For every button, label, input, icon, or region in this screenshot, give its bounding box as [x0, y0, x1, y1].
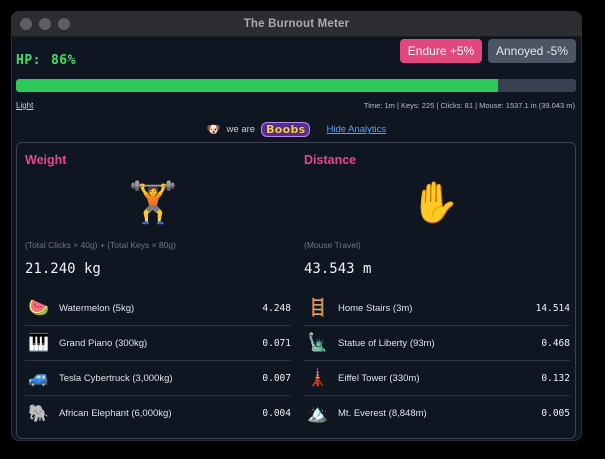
- minimize-window-button[interactable]: [39, 18, 51, 30]
- list-item-value: 4.248: [262, 302, 291, 314]
- annoyed-button[interactable]: Annoyed -5%: [488, 39, 576, 63]
- brand-prefix: we are: [226, 124, 256, 135]
- elephant-icon: 🐘: [28, 403, 50, 423]
- distance-column: Distance ✋ (Mouse Travel) 43.543 m 🪜 Hom…: [304, 143, 570, 438]
- list-item: 🗽 Statue of Liberty (93m) 0.468: [304, 326, 570, 361]
- brand-row: 🐶 we are Boobs Hide Analytics: [12, 122, 581, 137]
- watermelon-icon: 🍉: [28, 298, 50, 317]
- dog-icon: 🐶: [206, 124, 221, 136]
- piano-icon: 🎹: [28, 333, 50, 352]
- list-item-label: African Elephant (6,000kg): [59, 408, 172, 419]
- distance-heading: Distance: [304, 153, 357, 167]
- weight-list: 🍉 Watermelon (5kg) 4.248 🎹 Grand Piano (…: [25, 291, 291, 431]
- window-controls: [20, 18, 70, 30]
- weightlifter-icon: 🏋️: [128, 181, 178, 225]
- list-item: 🏔️ Mt. Everest (8,848m) 0.005: [304, 396, 570, 431]
- distance-total: 43.543 m: [304, 261, 372, 277]
- list-item-label: Statue of Liberty (93m): [338, 337, 435, 349]
- list-item: 🐘 African Elephant (6,000kg) 0.004: [25, 396, 291, 431]
- hp-readout: HP: 86%: [16, 53, 76, 68]
- zoom-window-button[interactable]: [58, 18, 70, 30]
- weight-total: 21.240 kg: [25, 261, 101, 277]
- app-window: The Burnout Meter HP: 86% Endure +5% Anno…: [11, 11, 582, 441]
- list-item: 🪜 Home Stairs (3m) 14.514: [304, 291, 570, 326]
- list-item-value: 0.004: [262, 408, 291, 419]
- list-item: 🚙 Tesla Cybertruck (3,000kg) 0.007: [25, 361, 291, 396]
- hp-progress-bar: [16, 79, 576, 92]
- weight-formula: (Total Clicks × 40g) + (Total Keys × 80g…: [25, 240, 176, 250]
- list-item-label: Watermelon (5kg): [59, 302, 135, 314]
- list-item: 🍉 Watermelon (5kg) 4.248: [25, 291, 291, 326]
- usage-stats: Time: 1m | Keys: 225 | Clicks: 81 | Mous…: [363, 101, 575, 110]
- list-item-label: Eiffel Tower (330m): [338, 372, 420, 384]
- list-item-value: 0.468: [541, 337, 570, 349]
- hide-analytics-link[interactable]: Hide Analytics: [326, 124, 386, 135]
- distance-formula: (Mouse Travel): [304, 240, 361, 250]
- endure-button[interactable]: Endure +5%: [400, 39, 482, 63]
- hand-icon: ✋: [410, 181, 460, 225]
- weight-heading: Weight: [25, 153, 67, 167]
- list-item-label: Home Stairs (3m): [338, 302, 413, 314]
- analytics-panel: Weight 🏋️ (Total Clicks × 40g) + (Total …: [16, 142, 576, 439]
- title-bar: The Burnout Meter: [12, 12, 581, 37]
- list-item-label: Tesla Cybertruck (3,000kg): [59, 372, 173, 384]
- light-theme-link[interactable]: Light: [16, 101, 33, 110]
- list-item-value: 0.132: [541, 372, 570, 384]
- window-title: The Burnout Meter: [243, 18, 350, 30]
- list-item-value: 14.514: [535, 302, 570, 314]
- main-content: HP: 86% Endure +5% Annoyed -5% Light Time…: [12, 38, 581, 440]
- stairs-icon: 🪜: [307, 298, 329, 317]
- eiffel-tower-icon: 🗼: [307, 368, 329, 387]
- statue-of-liberty-icon: 🗽: [307, 333, 329, 352]
- list-item-value: 0.007: [262, 372, 291, 384]
- list-item-value: 0.071: [262, 337, 291, 349]
- brand-logo: Boobs: [261, 122, 311, 137]
- mountain-icon: 🏔️: [307, 403, 329, 423]
- list-item-value: 0.005: [541, 408, 570, 419]
- hp-label: HP:: [16, 53, 41, 68]
- car-icon: 🚙: [28, 368, 50, 387]
- weight-column: Weight 🏋️ (Total Clicks × 40g) + (Total …: [25, 143, 291, 438]
- list-item: 🗼 Eiffel Tower (330m) 0.132: [304, 361, 570, 396]
- list-item-label: Mt. Everest (8,848m): [338, 408, 427, 419]
- distance-list: 🪜 Home Stairs (3m) 14.514 🗽 Statue of Li…: [304, 291, 570, 431]
- hp-progress-fill: [16, 79, 498, 92]
- hp-value: 86%: [50, 53, 76, 68]
- list-item-label: Grand Piano (300kg): [59, 337, 148, 349]
- close-window-button[interactable]: [20, 18, 32, 30]
- list-item: 🎹 Grand Piano (300kg) 0.071: [25, 326, 291, 361]
